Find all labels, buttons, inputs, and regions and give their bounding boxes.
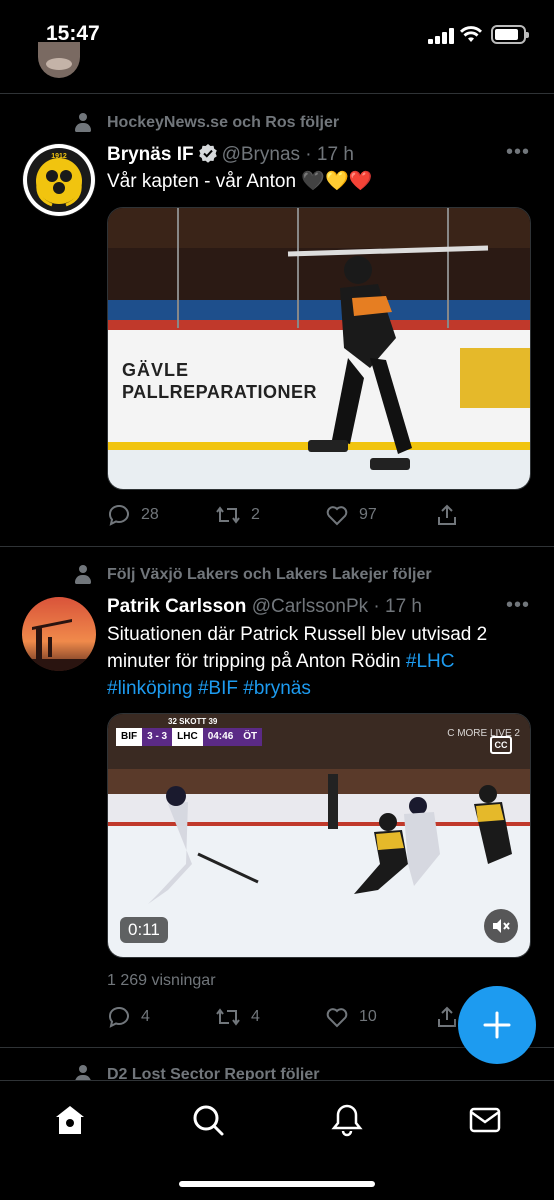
tweet-time[interactable]: 17 h xyxy=(317,144,354,165)
more-options-icon[interactable]: ••• xyxy=(506,141,530,164)
share-icon xyxy=(438,1006,456,1027)
retweet-count: 2 xyxy=(251,506,260,523)
tab-search[interactable] xyxy=(191,1103,225,1137)
tab-messages[interactable] xyxy=(468,1103,502,1137)
hashtag-link[interactable]: #BIF xyxy=(198,678,238,699)
verified-badge-icon xyxy=(198,144,217,163)
notifications-icon xyxy=(331,1104,363,1137)
rink-board-text-line1: GÄVLE xyxy=(122,360,190,380)
divider xyxy=(0,93,554,94)
author-handle[interactable]: @CarlssonPk xyxy=(252,596,368,617)
status-bar: 15:47 xyxy=(0,0,554,66)
social-context[interactable]: HockeyNews.se och Ros följer xyxy=(107,114,339,132)
scorebug-period: ÖT xyxy=(238,728,263,746)
tab-home[interactable] xyxy=(53,1103,87,1137)
mute-button[interactable] xyxy=(484,909,518,943)
tab-notifications[interactable] xyxy=(330,1103,364,1137)
home-icon xyxy=(56,1106,84,1134)
view-count: 1 269 visningar xyxy=(107,972,216,989)
wifi-icon xyxy=(460,26,482,42)
tweet-image[interactable]: GÄVLE PALLREPARATIONER xyxy=(107,207,531,490)
retweet-button[interactable]: 2 xyxy=(215,503,260,527)
plus-icon xyxy=(483,1011,511,1039)
hockey-player-photo xyxy=(108,208,530,489)
video-duration: 0:11 xyxy=(120,917,168,943)
retweet-button[interactable]: 4 xyxy=(215,1005,260,1029)
reply-icon xyxy=(108,504,129,526)
heart-icon xyxy=(326,506,348,526)
previous-tweet-avatar[interactable] xyxy=(38,42,80,78)
retweet-icon xyxy=(216,506,240,524)
battery-icon xyxy=(491,25,529,44)
like-button[interactable]: 10 xyxy=(325,1005,377,1029)
divider xyxy=(0,546,554,547)
hockey-video-frame xyxy=(108,714,530,957)
scorebug-away: LHC xyxy=(172,728,203,746)
search-icon xyxy=(193,1105,224,1136)
avatar[interactable] xyxy=(22,597,96,671)
scorebug-home: BIF xyxy=(116,728,143,746)
hashtag-link[interactable]: #linköping xyxy=(107,678,193,699)
tweet-time[interactable]: 17 h xyxy=(385,596,422,617)
home-indicator xyxy=(179,1181,375,1187)
retweet-count: 4 xyxy=(251,1008,260,1025)
scorebug: BIF 3 - 3 LHC 04:46 ÖT xyxy=(116,728,263,746)
messages-icon xyxy=(469,1107,501,1133)
tweet-text: Situationen där Patrick Russell blev utv… xyxy=(107,621,532,702)
tweet-video[interactable]: 32 SKOTT 39 BIF 3 - 3 LHC 04:46 ÖT C MOR… xyxy=(107,713,531,958)
person-icon xyxy=(74,565,92,585)
heart-icon xyxy=(326,1008,348,1028)
share-button[interactable] xyxy=(435,503,459,527)
reply-button[interactable]: 4 xyxy=(107,1005,150,1029)
like-button[interactable]: 97 xyxy=(325,503,377,527)
shots-on-goal: 32 SKOTT 39 xyxy=(168,717,218,726)
avatar[interactable]: 1912 xyxy=(22,143,96,217)
author-name[interactable]: Patrik Carlsson xyxy=(107,596,246,617)
hashtag-link[interactable]: #LHC xyxy=(406,651,455,672)
social-context[interactable]: Följ Växjö Lakers och Lakers Lakejer föl… xyxy=(107,566,432,584)
captions-button[interactable]: CC xyxy=(490,736,512,754)
compose-tweet-button[interactable] xyxy=(458,986,536,1064)
scorebug-clock: 04:46 xyxy=(202,728,239,746)
retweet-icon xyxy=(216,1008,240,1026)
avatar-year: 1912 xyxy=(51,153,67,160)
muted-speaker-icon xyxy=(493,919,510,933)
reply-count: 28 xyxy=(141,506,159,523)
share-icon xyxy=(438,504,456,525)
reply-icon xyxy=(108,1006,129,1028)
like-count: 10 xyxy=(359,1008,377,1025)
author-handle[interactable]: @Brynas xyxy=(222,144,300,165)
scorebug-score: 3 - 3 xyxy=(142,728,173,746)
tweet-text: Vår kapten - vår Anton 🖤💛❤️ xyxy=(107,171,373,192)
more-options-icon[interactable]: ••• xyxy=(506,594,530,617)
author-name[interactable]: Brynäs IF xyxy=(107,144,194,165)
hashtag-link[interactable]: #brynäs xyxy=(243,678,311,699)
share-button[interactable] xyxy=(435,1005,459,1029)
rink-board-text-line2: PALLREPARATIONER xyxy=(122,382,317,402)
like-count: 97 xyxy=(359,506,377,523)
reply-button[interactable]: 28 xyxy=(107,503,159,527)
reply-count: 4 xyxy=(141,1008,150,1025)
cellular-signal-icon xyxy=(428,28,454,44)
sunset-crane-avatar-icon xyxy=(22,597,96,671)
person-icon xyxy=(74,113,92,133)
